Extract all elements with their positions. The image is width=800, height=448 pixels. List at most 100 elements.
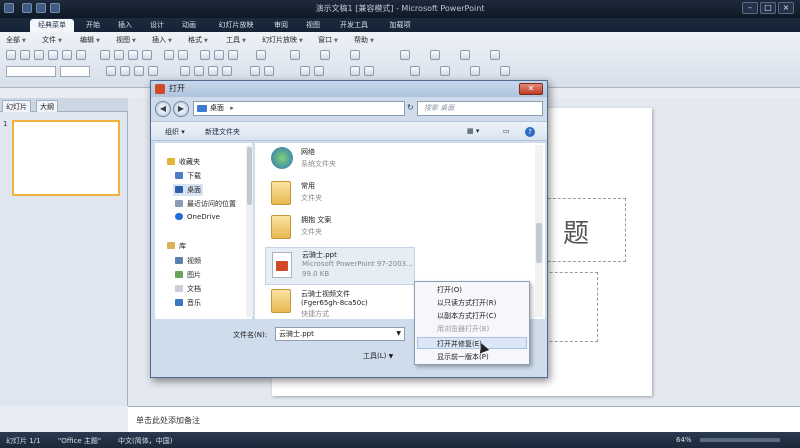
- numbering-icon[interactable]: [264, 66, 274, 76]
- nav-videos[interactable]: 视频: [175, 256, 201, 266]
- save-icon[interactable]: [34, 50, 44, 60]
- align-right-icon[interactable]: [208, 66, 218, 76]
- list-item-selected[interactable]: 云骑士.ppt Microsoft PowerPoint 97-2003... …: [265, 247, 415, 285]
- outdent-icon[interactable]: [364, 66, 374, 76]
- tab-addins[interactable]: 加载项: [382, 19, 418, 32]
- hyperlink-icon[interactable]: [256, 50, 266, 60]
- new-folder-button[interactable]: 新建文件夹: [205, 127, 240, 137]
- undo-icon[interactable]: [164, 50, 174, 60]
- open-icon[interactable]: [20, 50, 30, 60]
- tab-developer[interactable]: 开发工具: [332, 19, 376, 32]
- line-color-icon[interactable]: [470, 66, 480, 76]
- tab-slideshow[interactable]: 幻灯片放映: [208, 19, 264, 32]
- menu-item-open-copy[interactable]: 以副本方式打开(C): [437, 311, 496, 321]
- shadow-icon[interactable]: [148, 66, 158, 76]
- maximize-icon[interactable]: □: [760, 2, 776, 14]
- menu-tools[interactable]: 工具 ▼: [226, 35, 246, 45]
- paste-icon[interactable]: [128, 50, 138, 60]
- underline-icon[interactable]: [134, 66, 144, 76]
- tab-design[interactable]: 设计: [144, 19, 170, 32]
- indent-icon[interactable]: [350, 66, 360, 76]
- tab-outline[interactable]: 大纲: [36, 100, 58, 112]
- tab-insert[interactable]: 插入: [112, 19, 138, 32]
- bullets-icon[interactable]: [250, 66, 260, 76]
- tab-animation[interactable]: 动画: [176, 19, 202, 32]
- close-icon[interactable]: ×: [778, 2, 794, 14]
- shape-icon[interactable]: [500, 66, 510, 76]
- layout-icon[interactable]: [430, 50, 440, 60]
- office-button-icon[interactable]: [4, 3, 14, 13]
- dialog-close-icon[interactable]: ✕: [519, 83, 543, 95]
- list-item[interactable]: 常用 文件夹: [265, 179, 525, 209]
- nav-onedrive[interactable]: OneDrive: [175, 213, 220, 221]
- list-item[interactable]: 拥抱 文案 文件夹: [265, 213, 525, 243]
- nav-pictures[interactable]: 图片: [175, 270, 201, 280]
- breadcrumb-chevron-icon[interactable]: ▸: [230, 104, 234, 112]
- font-combo[interactable]: [6, 66, 56, 77]
- notes-pane[interactable]: 单击此处添加备注: [128, 406, 800, 432]
- save-icon[interactable]: [22, 3, 32, 13]
- font-color-icon[interactable]: [410, 66, 420, 76]
- menu-slideshow[interactable]: 幻灯片放映 ▼: [262, 35, 303, 45]
- tab-view[interactable]: 视图: [300, 19, 326, 32]
- nav-libraries[interactable]: 库: [167, 241, 186, 251]
- redo-icon[interactable]: [178, 50, 188, 60]
- menu-window[interactable]: 窗口 ▼: [318, 35, 338, 45]
- undo-icon[interactable]: [36, 3, 46, 13]
- slide-thumbnail[interactable]: [12, 120, 120, 196]
- tools-button[interactable]: 工具(L) ▼: [363, 351, 393, 361]
- nav-music[interactable]: 音乐: [175, 298, 201, 308]
- menu-all[interactable]: 全部 ▼: [6, 35, 26, 45]
- menu-edit[interactable]: 编辑 ▼: [80, 35, 100, 45]
- zoom-slider[interactable]: [700, 438, 780, 442]
- menu-item-open-readonly[interactable]: 以只读方式打开(R): [437, 298, 496, 308]
- tab-review[interactable]: 审阅: [268, 19, 294, 32]
- tab-classic-menu[interactable]: 经典菜单: [30, 19, 74, 32]
- view-options-icon[interactable]: ▦ ▾: [467, 127, 479, 135]
- menu-view[interactable]: 视图 ▼: [116, 35, 136, 45]
- nav-favorites[interactable]: 收藏夹: [167, 157, 200, 167]
- bold-icon[interactable]: [106, 66, 116, 76]
- search-input[interactable]: 搜索 桌面: [417, 101, 543, 116]
- italic-icon[interactable]: [120, 66, 130, 76]
- dropdown-arrow-icon[interactable]: ▼: [396, 328, 401, 340]
- nav-recent[interactable]: 最近访问的位置: [175, 199, 236, 209]
- new-icon[interactable]: [6, 50, 16, 60]
- color-icon[interactable]: [350, 50, 360, 60]
- fill-color-icon[interactable]: [440, 66, 450, 76]
- nav-downloads[interactable]: 下载: [175, 171, 201, 181]
- help-icon[interactable]: ?: [525, 127, 535, 137]
- nav-scrollbar[interactable]: [246, 145, 253, 317]
- table-icon[interactable]: [200, 50, 210, 60]
- picture-icon[interactable]: [228, 50, 238, 60]
- copy-icon[interactable]: [114, 50, 124, 60]
- nav-documents[interactable]: 文档: [175, 284, 201, 294]
- font-size-combo[interactable]: [60, 66, 90, 77]
- spelling-icon[interactable]: [76, 50, 86, 60]
- menu-file[interactable]: 文件 ▼: [42, 35, 62, 45]
- new-slide-icon[interactable]: [400, 50, 410, 60]
- design-icon[interactable]: [460, 50, 470, 60]
- grid-icon[interactable]: [320, 50, 330, 60]
- zoom-icon[interactable]: [290, 50, 300, 60]
- tab-home[interactable]: 开始: [80, 19, 106, 32]
- nav-desktop[interactable]: 桌面: [173, 184, 203, 196]
- menu-insert[interactable]: 插入 ▼: [152, 35, 172, 45]
- align-center-icon[interactable]: [194, 66, 204, 76]
- preview-pane-icon[interactable]: ▭: [503, 127, 510, 135]
- menu-format[interactable]: 格式 ▼: [188, 35, 208, 45]
- address-bar[interactable]: 桌面 ▸: [193, 101, 405, 116]
- back-icon[interactable]: ◀: [155, 101, 171, 117]
- chart-icon[interactable]: [214, 50, 224, 60]
- minimize-icon[interactable]: –: [742, 2, 758, 14]
- menu-item-previous-version[interactable]: 显示前一版本(P): [437, 352, 489, 362]
- menu-item-open[interactable]: 打开(O): [437, 285, 462, 295]
- list-item[interactable]: 网络 系统文件夹: [265, 145, 525, 175]
- preview-icon[interactable]: [62, 50, 72, 60]
- print-icon[interactable]: [48, 50, 58, 60]
- organize-button[interactable]: 组织 ▾: [165, 127, 185, 137]
- justify-icon[interactable]: [222, 66, 232, 76]
- menu-item-open-repair[interactable]: 打开并修复(E): [437, 339, 482, 349]
- format-painter-icon[interactable]: [142, 50, 152, 60]
- file-list-scrollbar[interactable]: [535, 145, 543, 317]
